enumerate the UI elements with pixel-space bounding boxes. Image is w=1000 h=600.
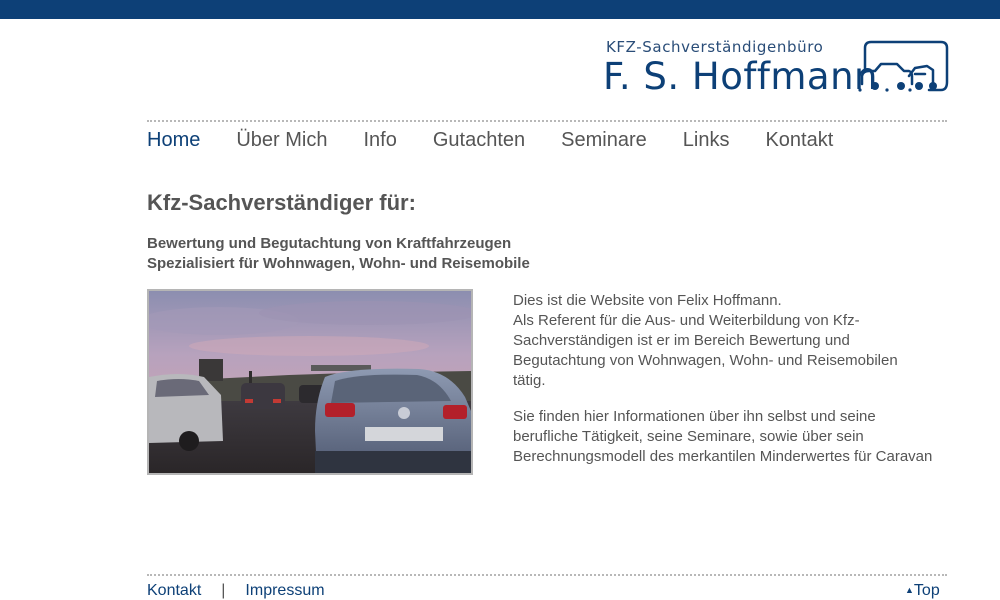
nav-item-ueber-mich[interactable]: Über Mich: [236, 128, 327, 152]
back-to-top-label: Top: [913, 582, 940, 599]
logo-title[interactable]: F. S. Hoffmann: [603, 58, 878, 95]
nav-item-gutachten[interactable]: Gutachten: [433, 128, 525, 152]
nav-item-home[interactable]: Home: [147, 128, 200, 152]
traffic-jam-photo: [147, 289, 473, 475]
back-to-top-link[interactable]: ▲Top: [905, 582, 940, 600]
main-navigation: Home Über Mich Info Gutachten Seminare L…: [147, 128, 869, 152]
subheadings: Bewertung und Begutachtung von Kraftfahr…: [147, 234, 530, 274]
triangle-up-icon: ▲: [905, 585, 914, 595]
nav-item-links[interactable]: Links: [683, 128, 730, 152]
page-title: Kfz-Sachverständiger für:: [147, 190, 416, 215]
caravan-car-icon[interactable]: [857, 40, 949, 98]
nav-item-info[interactable]: Info: [364, 128, 397, 152]
footer-link-kontakt[interactable]: Kontakt: [147, 582, 201, 599]
footer-link-impressum[interactable]: Impressum: [245, 582, 324, 599]
intro-paragraph-1: Dies ist die Website von Felix Hoffmann.…: [513, 291, 933, 391]
nav-item-seminare[interactable]: Seminare: [561, 128, 647, 152]
subheading-bewertung: Bewertung und Begutachtung von Kraftfahr…: [147, 235, 512, 252]
intro-paragraph-1-line-1: Dies ist die Website von Felix Hoffmann.: [513, 292, 782, 309]
footer-divider: [147, 574, 947, 576]
intro-paragraph-1-line-2: Als Referent für die Aus- und Weiterbild…: [513, 312, 898, 389]
subheading-spezialisiert: Spezialisiert für Wohnwagen, Wohn- und R…: [147, 255, 530, 272]
intro-text: Dies ist die Website von Felix Hoffmann.…: [513, 291, 933, 483]
footer-separator: |: [221, 582, 226, 599]
nav-divider: [147, 120, 947, 122]
intro-paragraph-2: Sie finden hier Informationen über ihn s…: [513, 408, 933, 465]
footer-links: Kontakt | Impressum: [147, 582, 325, 600]
top-bar: [0, 0, 1000, 19]
nav-item-kontakt[interactable]: Kontakt: [765, 128, 833, 152]
logo-subtitle: KFZ-Sachverständigenbüro: [606, 38, 824, 56]
